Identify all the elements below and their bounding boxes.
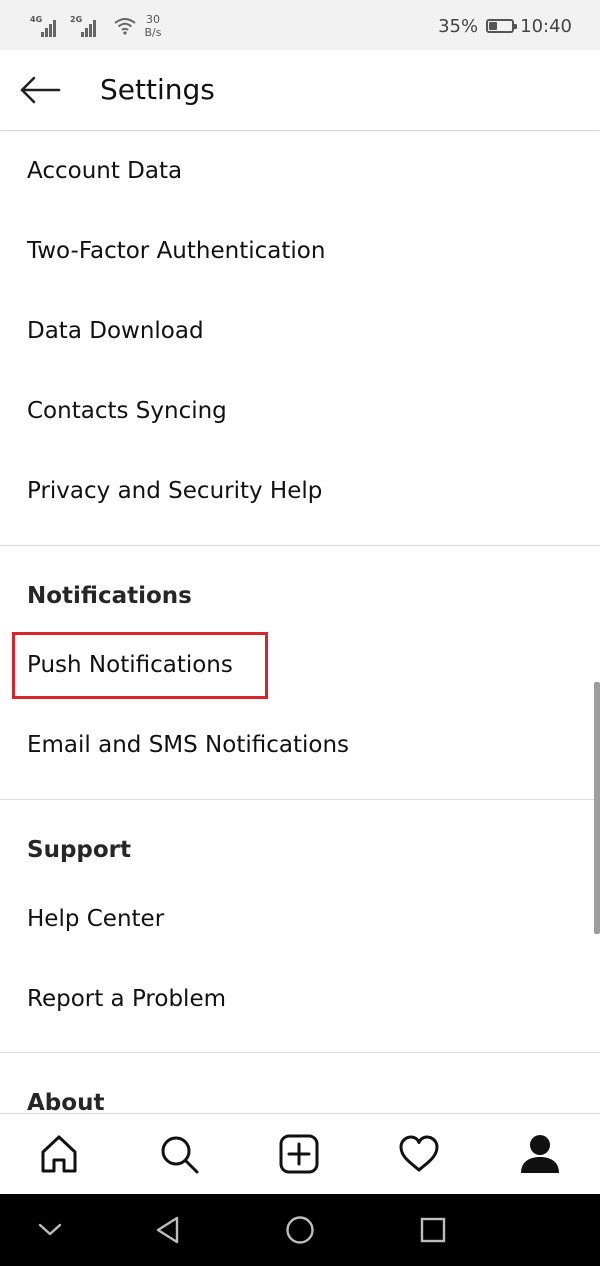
chevron-down-icon xyxy=(38,1223,62,1236)
system-nav-bar xyxy=(0,1194,600,1266)
settings-item-label: Two-Factor Authentication xyxy=(27,238,326,264)
home-circle-icon xyxy=(286,1216,314,1244)
settings-item-label: Privacy and Security Help xyxy=(27,478,323,504)
nav-collapse-button[interactable] xyxy=(26,1206,74,1254)
nav-home-button[interactable] xyxy=(276,1206,324,1254)
nav-back-button[interactable] xyxy=(144,1206,192,1254)
tab-new-post[interactable] xyxy=(271,1128,327,1180)
battery-level-fill xyxy=(489,22,498,30)
highlight-box xyxy=(12,632,268,699)
battery-percent: 35% xyxy=(438,15,479,37)
page-title: Settings xyxy=(100,73,215,106)
bottom-tab-bar xyxy=(0,1113,600,1195)
signal-bars-icon xyxy=(40,20,56,37)
settings-item-help-center[interactable]: Help Center xyxy=(0,879,580,959)
arrow-left-icon xyxy=(20,76,61,104)
app-header: Settings xyxy=(0,50,600,131)
network-speed-unit: B/s xyxy=(144,26,162,39)
section-divider xyxy=(0,799,600,800)
search-icon xyxy=(161,1136,199,1174)
section-heading-notifications: Notifications xyxy=(27,583,192,609)
section-heading-support: Support xyxy=(27,837,132,863)
settings-item-privacy-and-security-help[interactable]: Privacy and Security Help xyxy=(0,451,580,531)
settings-item-email-and-sms-notifications[interactable]: Email and SMS Notifications xyxy=(0,705,580,785)
home-icon xyxy=(41,1135,77,1173)
battery-icon xyxy=(486,19,518,33)
settings-item-label: Data Download xyxy=(27,318,204,344)
new-post-icon xyxy=(279,1134,319,1174)
settings-item-label: Email and SMS Notifications xyxy=(27,732,350,758)
settings-item-account-data[interactable]: Account Data xyxy=(0,131,580,211)
tab-search[interactable] xyxy=(151,1128,207,1180)
wifi-icon xyxy=(114,18,136,35)
back-triangle-icon xyxy=(156,1216,179,1244)
recents-square-icon xyxy=(420,1217,446,1243)
tab-home[interactable] xyxy=(31,1128,87,1180)
tab-activity[interactable] xyxy=(391,1128,447,1180)
settings-item-two-factor-authentication[interactable]: Two-Factor Authentication xyxy=(0,211,580,291)
network-speed: 30 B/s xyxy=(142,13,164,39)
section-divider xyxy=(0,545,600,546)
nav-recents-button[interactable] xyxy=(409,1206,457,1254)
settings-item-label: Report a Problem xyxy=(27,986,226,1012)
settings-item-data-download[interactable]: Data Download xyxy=(0,291,580,371)
scrollbar[interactable] xyxy=(594,682,600,934)
tab-profile[interactable] xyxy=(512,1128,568,1180)
status-bar-right: 35% 10:40 xyxy=(438,12,572,40)
status-bar-left: 4G 2G 30 B/s xyxy=(30,10,164,42)
heart-icon xyxy=(399,1135,439,1172)
signal-bars-icon xyxy=(80,20,96,37)
profile-icon xyxy=(521,1135,559,1173)
status-bar: 4G 2G 30 B/s 35% 10:40 xyxy=(0,0,600,50)
settings-item-contacts-syncing[interactable]: Contacts Syncing xyxy=(0,371,580,451)
settings-item-label: Help Center xyxy=(27,906,165,932)
settings-item-label: Contacts Syncing xyxy=(27,398,227,424)
settings-item-report-a-problem[interactable]: Report a Problem xyxy=(0,959,580,1039)
network-speed-value: 30 xyxy=(146,13,160,26)
back-button[interactable] xyxy=(18,70,62,110)
clock: 10:40 xyxy=(520,15,572,37)
section-divider xyxy=(0,1052,600,1053)
cell-signal-2g: 2G xyxy=(70,15,104,37)
settings-item-label: Account Data xyxy=(27,158,183,184)
cell-signal-4g: 4G xyxy=(30,15,64,37)
